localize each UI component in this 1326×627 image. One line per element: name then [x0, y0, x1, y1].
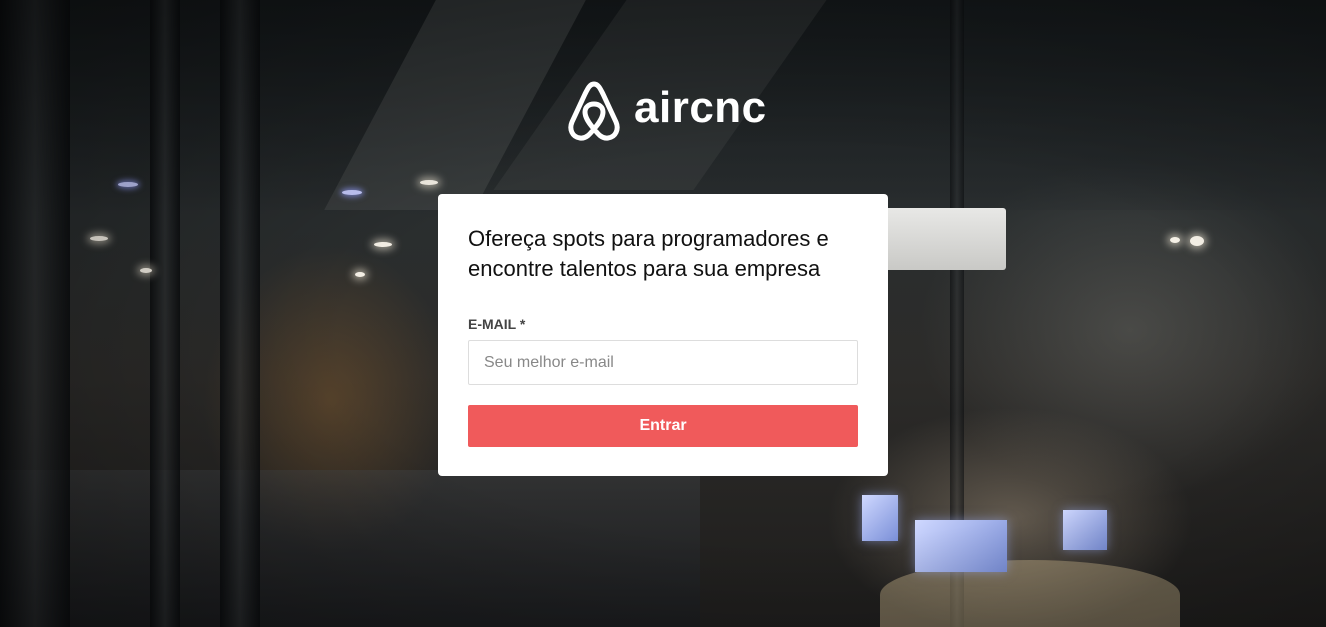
- brand-wordmark: aircnc: [634, 83, 767, 132]
- airbnb-belo-icon: [564, 78, 624, 144]
- submit-button[interactable]: Entrar: [468, 405, 858, 447]
- brand-logo: aircnc: [564, 78, 767, 144]
- card-headline: Ofereça spots para programadores e encon…: [468, 224, 858, 284]
- login-card: Ofereça spots para programadores e encon…: [438, 194, 888, 476]
- headline-line-2: encontre talentos para sua empresa: [468, 256, 821, 281]
- email-input[interactable]: [468, 340, 858, 385]
- headline-line-1: Ofereça spots para programadores e: [468, 226, 829, 251]
- email-label: E-MAIL *: [468, 316, 526, 332]
